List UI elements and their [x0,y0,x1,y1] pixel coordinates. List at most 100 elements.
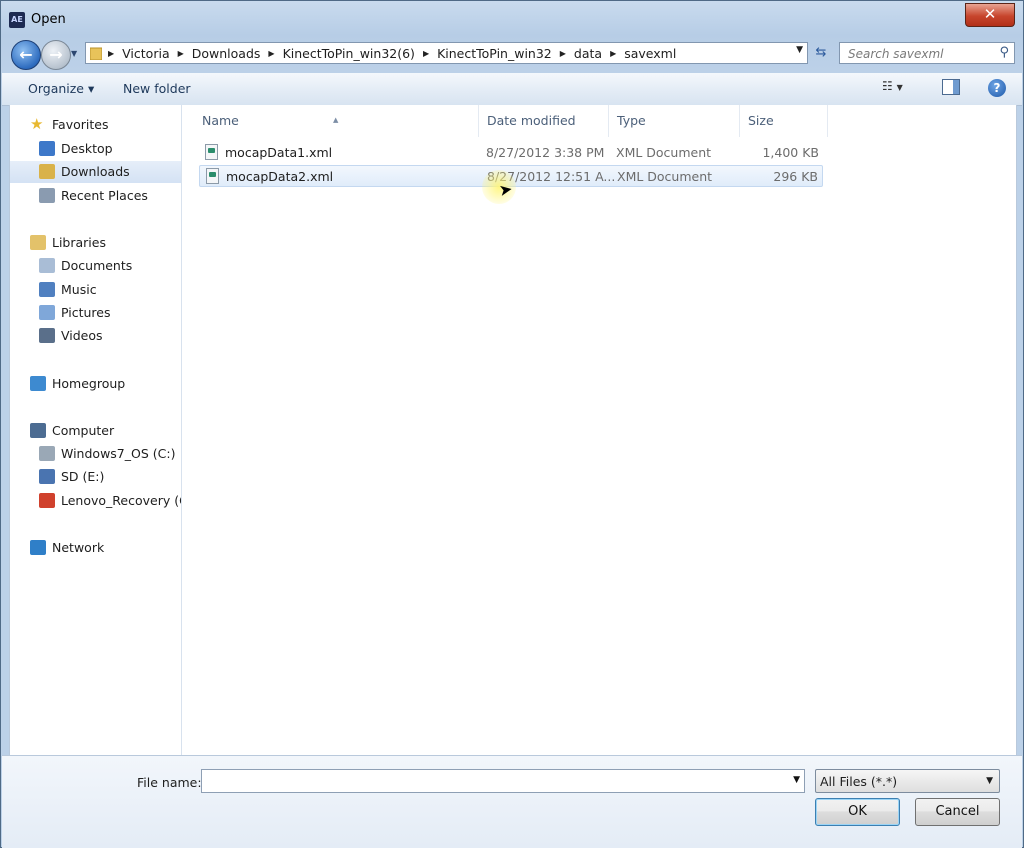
breadcrumb-item[interactable]: savexml [618,46,682,61]
xml-file-icon [205,144,218,160]
breadcrumb-separator-icon[interactable]: ▶ [176,49,186,58]
file-name-input[interactable] [206,773,780,791]
breadcrumb-item[interactable]: Victoria [116,46,175,61]
column-header-type[interactable]: Type [609,105,740,137]
sidebar-item-label: Desktop [61,141,113,156]
chevron-down-icon[interactable]: ▼ [793,775,800,785]
sidebar-item-label: Lenovo_Recovery (Q: [61,493,182,508]
sidebar-item-downloads[interactable]: Downloads [10,161,181,183]
new-folder-button[interactable]: New folder [123,81,191,96]
column-header-size[interactable]: Size [740,105,828,137]
sidebar-item-videos[interactable]: Videos [10,325,181,347]
breadcrumb-separator-icon[interactable]: ▶ [558,49,568,58]
preview-pane-icon [942,79,960,95]
file-list: ▲ Name Date modified Type Size mocapData… [182,105,1016,755]
sidebar-item-label: Pictures [61,305,111,320]
preview-pane-button[interactable] [942,79,960,98]
sidebar-item-sd-e[interactable]: SD (E:) [10,466,181,488]
hard-drive-icon [39,446,55,461]
column-date-label: Date modified [487,113,576,128]
sidebar-item-recent-places[interactable]: Recent Places [10,185,181,207]
sidebar-item-label: Libraries [52,235,106,250]
navigation-bar: ← → ▼ ▶ Victoria ▶ Downloads ▶ KinectToPin_wi… [1,39,1023,70]
content-area: ★ Favorites Desktop Downloads Recent Places L… [9,105,1017,755]
breadcrumb-separator-icon[interactable]: ▶ [608,49,618,58]
libraries-icon [30,235,46,250]
file-name-combobox[interactable]: ▼ [201,769,805,793]
sidebar-item-documents[interactable]: Documents [10,255,181,277]
sidebar-item-pictures[interactable]: Pictures [10,302,181,324]
breadcrumb-separator-icon[interactable]: ▶ [421,49,431,58]
file-row[interactable]: mocapData1.xml 8/27/2012 3:38 PM XML Docum… [199,142,823,164]
breadcrumb-separator-icon[interactable]: ▶ [266,49,276,58]
file-date: 8/27/2012 3:38 PM [486,145,605,160]
sidebar-item-windows7-os-c[interactable]: Windows7_OS (C:) [10,443,181,465]
navigation-pane: ★ Favorites Desktop Downloads Recent Places L… [10,105,182,755]
recent-places-icon [39,188,55,203]
file-type-filter[interactable]: All Files (*.*) ▼ [815,769,1000,793]
chevron-down-icon: ▼ [986,776,993,786]
computer-icon [30,423,46,438]
search-input[interactable] [846,45,990,63]
breadcrumb-item[interactable]: data [568,46,608,61]
dialog-footer: File name: ▼ All Files (*.*) ▼ OK Cancel [2,755,1022,848]
sidebar-item-label: Videos [61,328,103,343]
star-icon: ★ [30,115,44,133]
sidebar-item-label: Favorites [52,117,109,132]
sidebar-item-computer[interactable]: Computer [10,420,181,442]
sidebar-item-label: Computer [52,423,115,438]
sidebar-item-favorites[interactable]: ★ Favorites [10,114,181,136]
breadcrumb-item[interactable]: KinectToPin_win32(6) [277,46,421,61]
open-dialog: AE Open ✕ ← → ▼ ▶ Victoria ▶ Downloads ▶ Kine… [0,0,1024,848]
sidebar-item-label: Documents [61,258,133,273]
close-button[interactable]: ✕ [965,3,1015,27]
column-name-label: Name [202,113,239,128]
sd-card-icon [39,469,55,484]
folder-icon [90,47,102,60]
search-box[interactable]: ⚲ [839,42,1015,64]
cancel-button[interactable]: Cancel [915,798,1000,826]
organize-button[interactable]: Organize ▾ [28,81,94,96]
breadcrumb-item[interactable]: KinectToPin_win32 [431,46,558,61]
sort-arrow-icon: ▲ [333,116,339,124]
column-header-name[interactable]: ▲ Name [182,105,479,137]
forward-arrow-icon: → [49,45,63,64]
refresh-button[interactable]: ⇆ [810,43,832,63]
forward-button[interactable]: → [41,40,71,70]
homegroup-icon [30,376,46,391]
back-arrow-icon: ← [19,45,33,64]
sidebar-item-libraries[interactable]: Libraries [10,232,181,254]
address-dropdown-icon[interactable]: ▼ [796,45,803,55]
help-button[interactable]: ? [988,79,1006,97]
search-icon[interactable]: ⚲ [999,45,1009,60]
sidebar-item-homegroup[interactable]: Homegroup [10,373,181,395]
videos-icon [39,328,55,343]
network-icon [30,540,46,555]
sidebar-item-desktop[interactable]: Desktop [10,138,181,160]
sidebar-item-network[interactable]: Network [10,537,181,559]
music-icon [39,282,55,297]
back-button[interactable]: ← [11,40,41,70]
sidebar-item-lenovo-recovery-q[interactable]: Lenovo_Recovery (Q: [10,490,181,512]
sidebar-item-label: Music [61,282,97,297]
ok-button[interactable]: OK [815,798,900,826]
title-bar[interactable]: AE Open ✕ [1,1,1023,39]
sidebar-item-label: Windows7_OS (C:) [61,446,176,461]
app-icon: AE [9,12,25,28]
refresh-icon: ⇆ [815,45,827,60]
address-bar[interactable]: ▶ Victoria ▶ Downloads ▶ KinectToPin_win32(6)… [85,42,808,64]
file-name: mocapData2.xml [226,169,334,184]
file-size: 296 KB [773,169,818,184]
recent-pages-dropdown[interactable]: ▼ [71,49,77,58]
help-icon: ? [993,81,1001,95]
sidebar-item-music[interactable]: Music [10,279,181,301]
breadcrumb-item[interactable]: Downloads [186,46,267,61]
breadcrumb-separator-icon[interactable]: ▶ [106,49,116,58]
pictures-icon [39,305,55,320]
sidebar-item-label: SD (E:) [61,469,105,484]
column-header-date[interactable]: Date modified [479,105,609,137]
view-options-button[interactable]: ☷ ▼ [882,79,903,93]
file-type: XML Document [616,145,712,160]
file-type: XML Document [617,169,713,184]
column-type-label: Type [617,113,646,128]
